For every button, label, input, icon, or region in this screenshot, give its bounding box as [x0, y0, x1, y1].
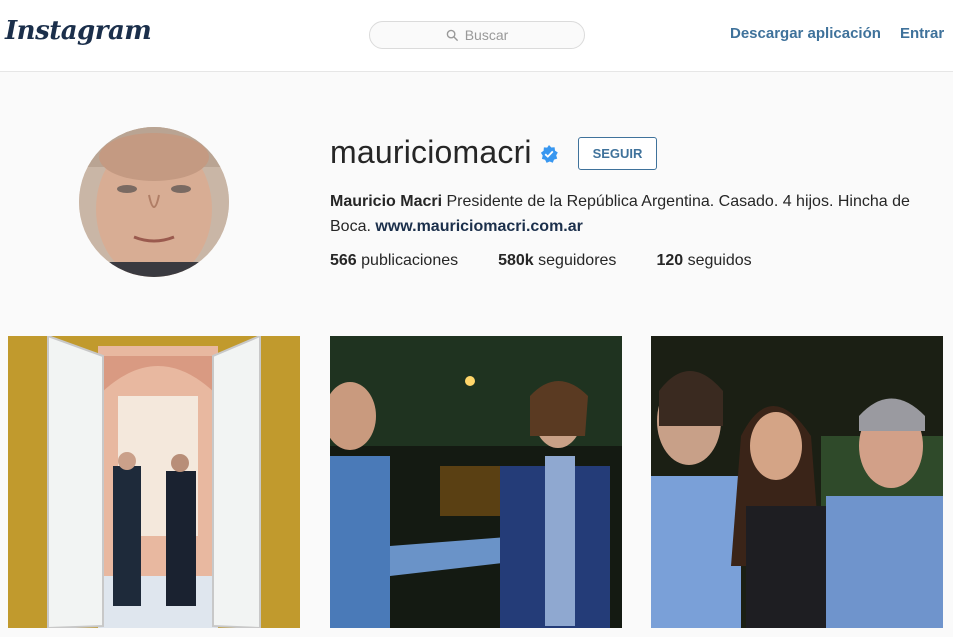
follow-button[interactable]: SEGUIR [578, 137, 657, 170]
search-placeholder: Buscar [464, 27, 509, 43]
profile-bio: Mauricio Macri Presidente de la Repúblic… [330, 189, 935, 239]
post-thumbnail[interactable] [330, 336, 622, 628]
posts-count: 566 publicaciones [330, 252, 459, 269]
profile-website-link[interactable]: www.mauriciomacri.com.ar [375, 218, 582, 235]
profile-full-name: Mauricio Macri [330, 193, 443, 210]
download-app-link[interactable]: Descargar aplicación [730, 25, 881, 42]
search-icon [446, 29, 458, 41]
followers-count[interactable]: 580k seguidores [498, 252, 616, 270]
post-thumbnail[interactable] [651, 336, 943, 628]
profile-avatar [79, 127, 229, 277]
search-input[interactable]: Buscar [369, 21, 585, 49]
profile-username: mauriciomacri [330, 134, 532, 170]
login-link[interactable]: Entrar [900, 25, 944, 42]
verified-badge-icon [540, 145, 558, 163]
instagram-logo[interactable]: Instagram [5, 16, 152, 46]
top-navigation-bar: Instagram Buscar Descargar aplicación En… [0, 0, 953, 72]
profile-stats: 566 publicaciones 580k seguidores 120 se… [330, 252, 792, 270]
post-thumbnail[interactable] [8, 336, 300, 628]
following-count[interactable]: 120 seguidos [656, 252, 751, 270]
